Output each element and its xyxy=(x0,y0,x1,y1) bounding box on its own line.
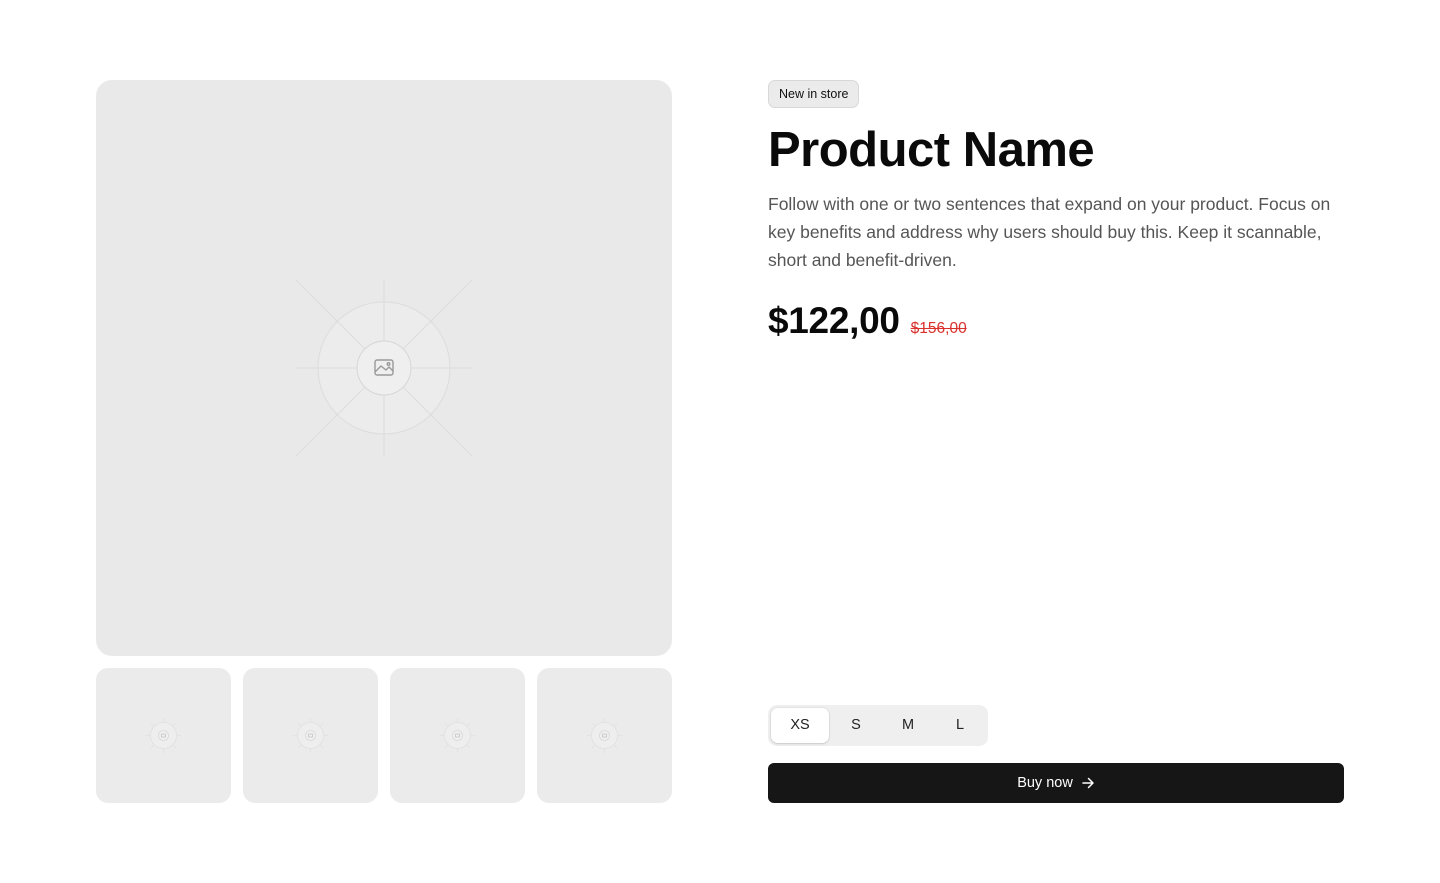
arrow-right-icon xyxy=(1082,777,1094,789)
buy-now-label: Buy now xyxy=(1017,775,1073,791)
thumbnail-3[interactable] xyxy=(390,668,525,803)
size-option-l[interactable]: L xyxy=(935,708,985,743)
product-gallery xyxy=(96,80,672,803)
buy-now-button[interactable]: Buy now xyxy=(768,763,1344,803)
size-selector: XS S M L xyxy=(768,705,988,746)
purchase-controls: XS S M L Buy now xyxy=(768,705,1344,803)
product-page: New in store Product Name Follow with on… xyxy=(0,0,1440,883)
thumbnail-2[interactable] xyxy=(243,668,378,803)
product-description: Follow with one or two sentences that ex… xyxy=(768,194,1331,271)
image-placeholder-icon xyxy=(146,718,181,753)
new-badge: New in store xyxy=(768,80,860,108)
main-product-image[interactable] xyxy=(96,80,672,656)
original-price: $156,00 xyxy=(910,320,967,338)
thumbnail-list xyxy=(96,668,672,803)
image-placeholder-icon xyxy=(440,718,475,753)
image-placeholder-icon xyxy=(293,718,328,753)
thumbnail-4[interactable] xyxy=(537,668,672,803)
current-price: $122,00 xyxy=(768,300,900,342)
size-option-xs[interactable]: XS xyxy=(771,708,829,743)
size-option-s[interactable]: S xyxy=(831,708,881,743)
image-placeholder-icon xyxy=(587,718,622,753)
size-option-m[interactable]: M xyxy=(883,708,933,743)
product-title: Product Name xyxy=(768,123,1095,177)
price-row: $122,00 $156,00 xyxy=(768,300,1344,342)
product-info: New in store Product Name Follow with on… xyxy=(768,80,1344,803)
thumbnail-1[interactable] xyxy=(96,668,231,803)
image-placeholder-icon xyxy=(295,279,473,457)
